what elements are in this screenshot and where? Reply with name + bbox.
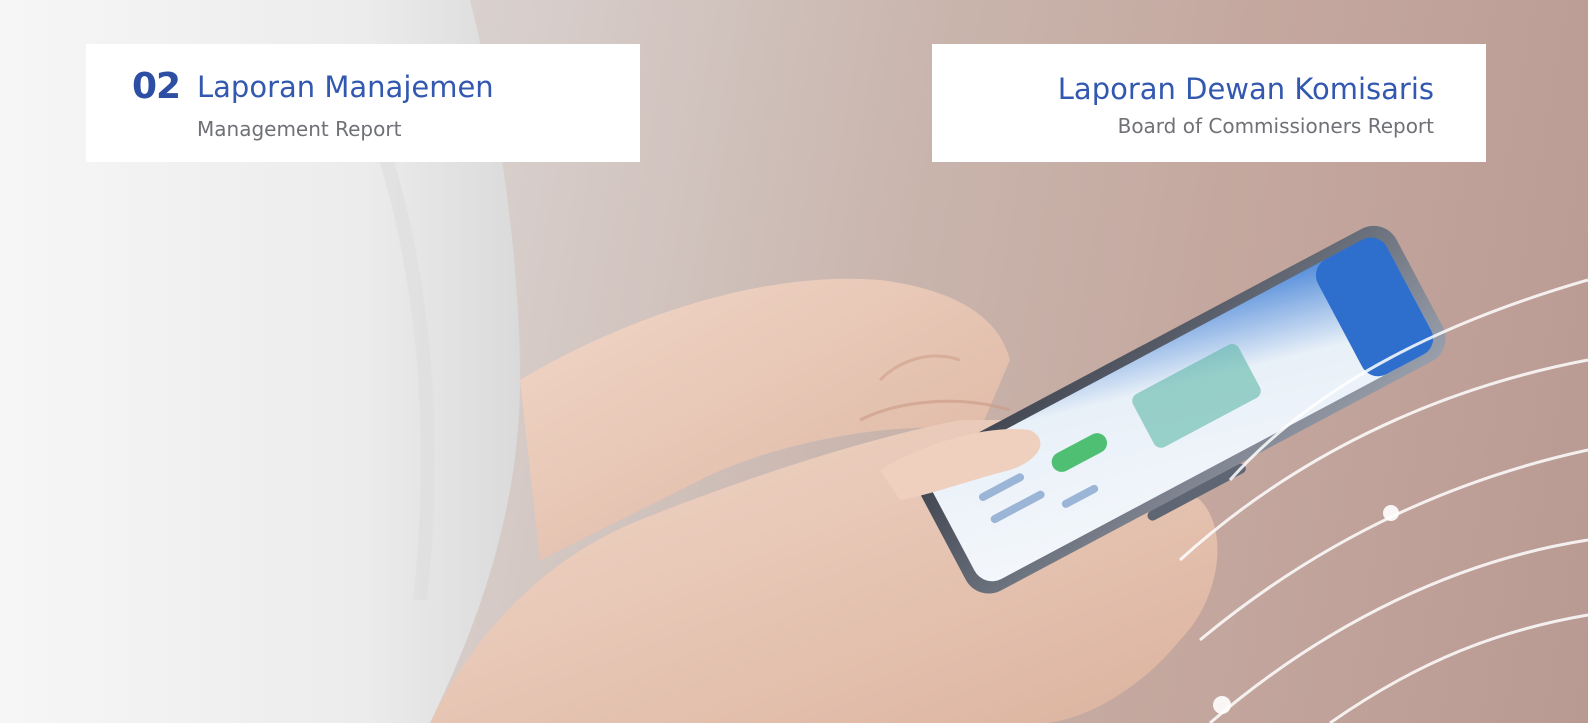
- page-title: Laporan Dewan Komisaris: [1057, 72, 1434, 106]
- section-subtitle: Management Report: [197, 117, 402, 141]
- section-title: Laporan Manajemen: [197, 70, 494, 104]
- page-subtitle: Board of Commissioners Report: [1117, 114, 1434, 138]
- section-card-management-report[interactable]: 02 Laporan Manajemen Management Report: [86, 44, 640, 162]
- section-number: 02: [132, 66, 181, 107]
- section-card-board-report[interactable]: Laporan Dewan Komisaris Board of Commiss…: [932, 44, 1486, 162]
